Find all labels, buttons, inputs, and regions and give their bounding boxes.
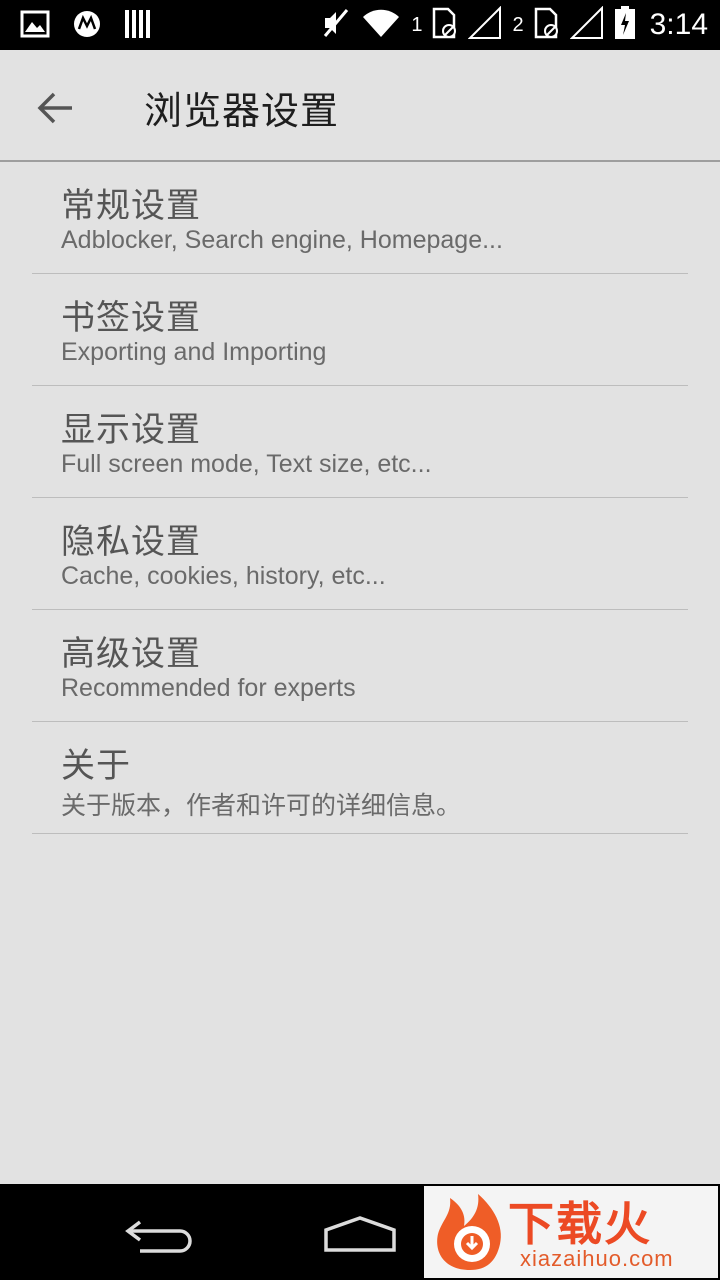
status-bar: 1 2 3:14: [0, 0, 720, 50]
settings-item-bookmarks[interactable]: 书签设置 Exporting and Importing: [32, 274, 688, 386]
settings-item-display[interactable]: 显示设置 Full screen mode, Text size, etc...: [32, 386, 688, 498]
app-bar: 浏览器设置: [0, 50, 720, 162]
settings-item-title: 常规设置: [61, 186, 201, 226]
sim1-label: 1: [411, 13, 423, 36]
settings-item-subtitle: Full screen mode, Text size, etc...: [61, 450, 432, 478]
settings-item-title: 显示设置: [61, 410, 201, 450]
clock: 3:14: [649, 8, 708, 41]
system-icons: 1 2 3:14: [321, 4, 708, 46]
flame-logo-icon: [430, 1190, 510, 1278]
barcode-icon: [124, 9, 152, 43]
settings-item-subtitle: Adblocker, Search engine, Homepage...: [61, 226, 503, 254]
settings-item-about[interactable]: 关于 关于版本，作者和许可的详细信息。: [32, 722, 688, 834]
mute-icon: [321, 6, 351, 44]
settings-list: 常规设置 Adblocker, Search engine, Homepage.…: [32, 162, 688, 834]
settings-item-subtitle: 关于版本，作者和许可的详细信息。: [61, 792, 462, 820]
settings-item-title: 书签设置: [61, 298, 201, 338]
settings-item-advanced[interactable]: 高级设置 Recommended for experts: [32, 610, 688, 722]
watermark-banner: 下载火 xiazaihuo.com: [424, 1186, 718, 1278]
signal-1-icon: [468, 5, 502, 44]
watermark-brand: 下载火: [508, 1197, 652, 1251]
battery-icon: [614, 6, 636, 44]
notification-icons: [20, 9, 152, 43]
image-icon: [20, 10, 50, 42]
motorola-icon: [72, 9, 102, 43]
wifi-icon: [361, 7, 401, 43]
page-title: 浏览器设置: [144, 89, 340, 133]
settings-item-subtitle: Cache, cookies, history, etc...: [61, 562, 386, 590]
settings-item-subtitle: Recommended for experts: [61, 674, 356, 702]
settings-item-privacy[interactable]: 隐私设置 Cache, cookies, history, etc...: [32, 498, 688, 610]
sim2-icon: [534, 7, 560, 43]
settings-item-general[interactable]: 常规设置 Adblocker, Search engine, Homepage.…: [32, 162, 688, 274]
sim1-icon: [432, 7, 458, 43]
nav-home-icon[interactable]: [320, 1214, 400, 1258]
nav-back-icon[interactable]: [124, 1214, 196, 1258]
back-arrow-icon[interactable]: [30, 83, 80, 133]
settings-item-subtitle: Exporting and Importing: [61, 338, 327, 366]
signal-2-icon: [569, 5, 604, 44]
settings-item-title: 关于: [61, 746, 131, 786]
watermark-url: xiazaihuo.com: [520, 1246, 674, 1271]
settings-item-title: 隐私设置: [61, 522, 201, 562]
sim2-label: 2: [512, 13, 524, 36]
settings-item-title: 高级设置: [61, 634, 201, 674]
